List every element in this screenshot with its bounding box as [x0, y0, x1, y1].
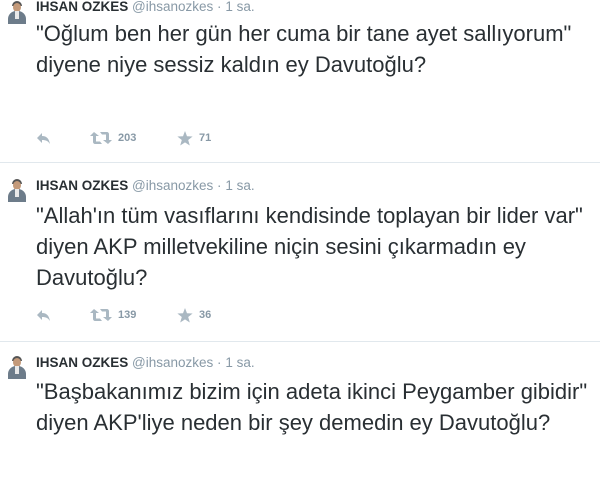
retweet-button[interactable]: 203	[90, 129, 136, 147]
retweet-count: 203	[118, 132, 137, 144]
avatar-collar	[15, 11, 19, 19]
tweet-feed: IHSAN OZKES @ihsanozkes · 1 sa. "Oğlum b…	[0, 0, 600, 479]
tweet-actions: 139 36	[36, 306, 336, 324]
favorite-count: 36	[199, 309, 212, 321]
tweet[interactable]: IHSAN OZKES @ihsanozkes · 1 sa. "Başbaka…	[0, 342, 600, 479]
favorite-button[interactable]: 36	[177, 306, 211, 324]
tweet-timestamp[interactable]: 1 sa.	[225, 355, 254, 370]
tweet[interactable]: IHSAN OZKES @ihsanozkes · 1 sa. "Oğlum b…	[0, 0, 600, 163]
retweet-count: 139	[118, 309, 137, 321]
header-separator: ·	[217, 178, 222, 193]
favorite-count: 71	[199, 132, 212, 144]
retweet-icon	[90, 131, 112, 145]
avatar-collar	[15, 189, 19, 197]
avatar-collar	[15, 366, 19, 374]
tweet-text: "Allah'ın tüm vasıflarını kendisinde top…	[36, 203, 583, 290]
tweet-header: IHSAN OZKES @ihsanozkes · 1 sa.	[36, 177, 255, 195]
retweet-icon	[90, 308, 112, 322]
author-handle[interactable]: @ihsanozkes	[132, 178, 213, 193]
reply-button[interactable]	[36, 129, 52, 147]
reply-button[interactable]	[36, 306, 52, 324]
favorite-button[interactable]: 71	[177, 129, 211, 147]
star-icon	[177, 130, 193, 146]
tweet[interactable]: IHSAN OZKES @ihsanozkes · 1 sa. "Allah'ı…	[0, 163, 600, 342]
reply-icon	[36, 131, 52, 145]
reply-icon	[36, 308, 52, 322]
author-name[interactable]: IHSAN OZKES	[36, 178, 128, 193]
tweet-text: "Oğlum ben her gün her cuma bir tane aye…	[36, 21, 572, 77]
author-name[interactable]: IHSAN OZKES	[36, 0, 128, 14]
tweet-timestamp[interactable]: 1 sa.	[225, 178, 254, 193]
author-name[interactable]: IHSAN OZKES	[36, 355, 128, 370]
avatar[interactable]	[0, 178, 28, 202]
star-icon	[177, 307, 193, 323]
author-handle[interactable]: @ihsanozkes	[132, 0, 213, 14]
author-handle[interactable]: @ihsanozkes	[132, 355, 213, 370]
retweet-button[interactable]: 139	[90, 306, 136, 324]
avatar[interactable]	[0, 355, 28, 379]
tweet-timestamp[interactable]: 1 sa.	[225, 0, 254, 14]
tweet-header: IHSAN OZKES @ihsanozkes · 1 sa.	[36, 0, 255, 16]
header-separator: ·	[217, 0, 222, 14]
tweet-actions: 203 71	[36, 129, 336, 147]
tweet-text: "Başbakanımız bizim için adeta ikinci Pe…	[36, 379, 588, 435]
avatar[interactable]	[0, 0, 28, 24]
header-separator: ·	[217, 355, 222, 370]
tweet-header: IHSAN OZKES @ihsanozkes · 1 sa.	[36, 354, 255, 372]
